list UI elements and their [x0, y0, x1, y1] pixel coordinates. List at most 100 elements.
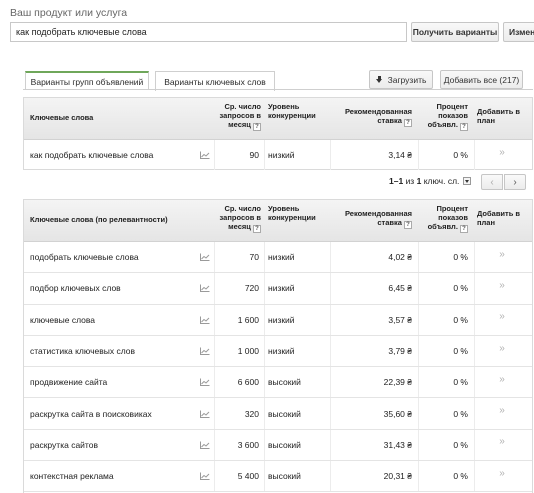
- column-divider: [264, 242, 265, 273]
- trend-chart-icon[interactable]: [200, 305, 210, 335]
- column-divider: [330, 335, 331, 367]
- table-header: Ключевые слова Ср. число запросов в меся…: [24, 98, 532, 140]
- add-arrow-icon: »: [499, 467, 505, 479]
- header-add-to-plan: Добавить в план: [477, 107, 521, 125]
- get-variants-button[interactable]: Получить варианты: [411, 22, 499, 42]
- volume-cell: 1 600: [237, 314, 259, 325]
- column-divider: [474, 273, 475, 304]
- add-to-plan-button[interactable]: »: [496, 461, 508, 491]
- add-to-plan-button[interactable]: »: [496, 140, 508, 170]
- keyword-cell: подбор ключевых слов: [30, 283, 121, 294]
- header-competition: Уровень конкуренции: [268, 204, 316, 222]
- page-range: 1–1: [389, 176, 404, 186]
- column-divider: [264, 461, 265, 492]
- table-row: раскрутка сайта в поисковиках 320 высокий 3…: [24, 398, 532, 430]
- keyword-cell: контекстная реклама: [30, 471, 114, 482]
- column-divider: [418, 242, 419, 273]
- help-icon[interactable]: ?: [404, 119, 412, 127]
- download-button[interactable]: Загрузить: [369, 70, 433, 89]
- add-all-button[interactable]: Добавить все (217): [440, 70, 523, 89]
- chevron-left-icon: ‹: [490, 176, 494, 188]
- table-row: раскрутка сайтов 3 600 высокий 31,43 ₴ 0 % »: [24, 429, 532, 462]
- column-divider: [214, 242, 215, 273]
- add-to-plan-button[interactable]: »: [496, 336, 508, 366]
- change-button[interactable]: Измен: [503, 22, 534, 42]
- column-divider: [418, 367, 419, 398]
- column-divider: [474, 429, 475, 461]
- trend-chart-icon[interactable]: [200, 461, 210, 491]
- tab-ad-group-ideas[interactable]: Варианты групп объявлений: [25, 71, 149, 90]
- help-icon[interactable]: ?: [253, 225, 261, 233]
- competition-cell: высокий: [268, 408, 301, 419]
- add-arrow-icon: »: [499, 311, 505, 323]
- column-divider: [264, 367, 265, 398]
- volume-cell: 3 600: [237, 439, 259, 450]
- add-to-plan-button[interactable]: »: [496, 398, 508, 428]
- searched-keywords-table: Ключевые слова Ср. число запросов в меся…: [23, 97, 533, 170]
- add-to-plan-button[interactable]: »: [496, 273, 508, 303]
- add-to-plan-button[interactable]: »: [496, 367, 508, 397]
- table-row: подбор ключевых слов 720 низкий 6,45 ₴ 0 % »: [24, 273, 532, 305]
- column-divider: [214, 304, 215, 335]
- help-icon[interactable]: ?: [460, 123, 468, 131]
- trend-chart-icon[interactable]: [200, 430, 210, 460]
- impressions-cell: 0 %: [453, 471, 468, 482]
- product-field-label: Ваш продукт или услуга: [10, 7, 128, 19]
- column-divider: [474, 335, 475, 367]
- help-icon[interactable]: ?: [460, 225, 468, 233]
- keyword-cell: продвижение сайта: [30, 377, 108, 388]
- trend-chart-icon[interactable]: [200, 242, 210, 272]
- next-page-button[interactable]: ›: [504, 174, 526, 190]
- volume-cell: 320: [244, 408, 259, 419]
- trend-chart-icon[interactable]: [200, 398, 210, 428]
- column-divider: [474, 461, 475, 492]
- tab-keyword-ideas[interactable]: Варианты ключевых слов: [155, 71, 275, 91]
- column-divider: [418, 335, 419, 367]
- page-unit: ключ. сл.: [423, 176, 460, 186]
- column-divider: [418, 398, 419, 429]
- add-to-plan-button[interactable]: »: [496, 430, 508, 460]
- tab-divider: [23, 89, 533, 90]
- volume-cell: 5 400: [237, 471, 259, 482]
- column-divider: [474, 140, 475, 170]
- volume-cell: 6 600: [237, 377, 259, 388]
- column-divider: [330, 461, 331, 492]
- page-size-dropdown-icon[interactable]: [463, 177, 472, 185]
- keyword-ideas-table: Ключевые слова (по релевантности) Ср. чи…: [23, 199, 533, 493]
- header-keyword: Ключевые слова: [30, 113, 94, 122]
- column-divider: [214, 273, 215, 304]
- trend-chart-icon[interactable]: [200, 140, 210, 170]
- download-icon: [375, 75, 383, 84]
- impressions-cell: 0 %: [453, 439, 468, 450]
- column-divider: [264, 429, 265, 461]
- help-icon[interactable]: ?: [404, 221, 412, 229]
- competition-cell: высокий: [268, 471, 301, 482]
- add-to-plan-button[interactable]: »: [496, 305, 508, 335]
- volume-cell: 720: [244, 283, 259, 294]
- product-search-input[interactable]: как подобрать ключевые слова: [10, 22, 407, 42]
- help-icon[interactable]: ?: [253, 123, 261, 131]
- column-divider: [330, 273, 331, 304]
- trend-chart-icon[interactable]: [200, 336, 210, 366]
- add-arrow-icon: »: [499, 342, 505, 354]
- add-arrow-icon: »: [499, 248, 505, 260]
- competition-cell: низкий: [268, 283, 295, 294]
- chevron-right-icon: ›: [513, 176, 517, 188]
- column-divider: [474, 367, 475, 398]
- column-divider: [214, 429, 215, 461]
- trend-chart-icon[interactable]: [200, 367, 210, 397]
- prev-page-button[interactable]: ‹: [481, 174, 503, 190]
- column-divider: [418, 429, 419, 461]
- keyword-cell: статистика ключевых слов: [30, 346, 136, 357]
- bid-cell: 3,79 ₴: [388, 346, 412, 357]
- column-divider: [214, 461, 215, 492]
- add-to-plan-button[interactable]: »: [496, 242, 508, 272]
- bid-cell: 3,14 ₴: [388, 150, 412, 160]
- header-impressions: Процент показов объявл. ?: [424, 204, 468, 233]
- column-divider: [418, 461, 419, 492]
- header-keyword: Ключевые слова (по релевантности): [30, 215, 168, 224]
- competition-cell: низкий: [268, 314, 295, 325]
- competition-cell: высокий: [268, 377, 301, 388]
- trend-chart-icon[interactable]: [200, 273, 210, 303]
- column-divider: [214, 398, 215, 429]
